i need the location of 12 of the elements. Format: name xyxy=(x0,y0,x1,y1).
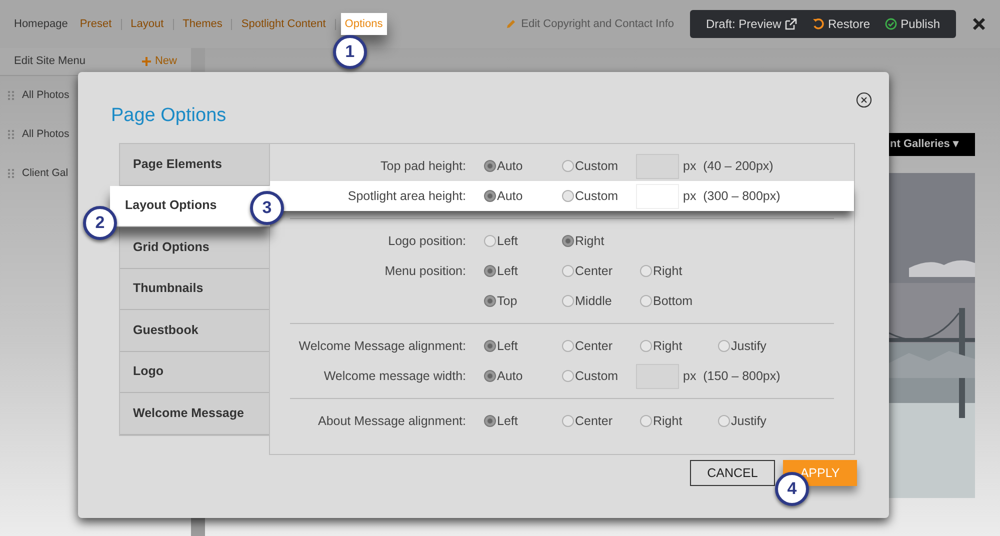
option-label: Welcome message width: xyxy=(322,368,466,385)
dialog-title: Page Options xyxy=(111,104,228,128)
option-label: Logo position: xyxy=(387,232,466,250)
option-label: About Message alignment: xyxy=(316,412,466,430)
range-hint: px (40 – 200px) xyxy=(683,158,774,175)
option-label: Welcome Message alignment: xyxy=(298,338,466,355)
option-label: Spotlight area height: xyxy=(346,188,466,205)
option-label: Top pad height: xyxy=(380,158,466,175)
range-hint: px (300 – 800px) xyxy=(683,188,780,205)
range-hint: px (150 – 800px) xyxy=(683,368,780,385)
site-menu-title: Edit Site Menu xyxy=(14,54,86,70)
option-label: Menu position: xyxy=(384,262,466,280)
